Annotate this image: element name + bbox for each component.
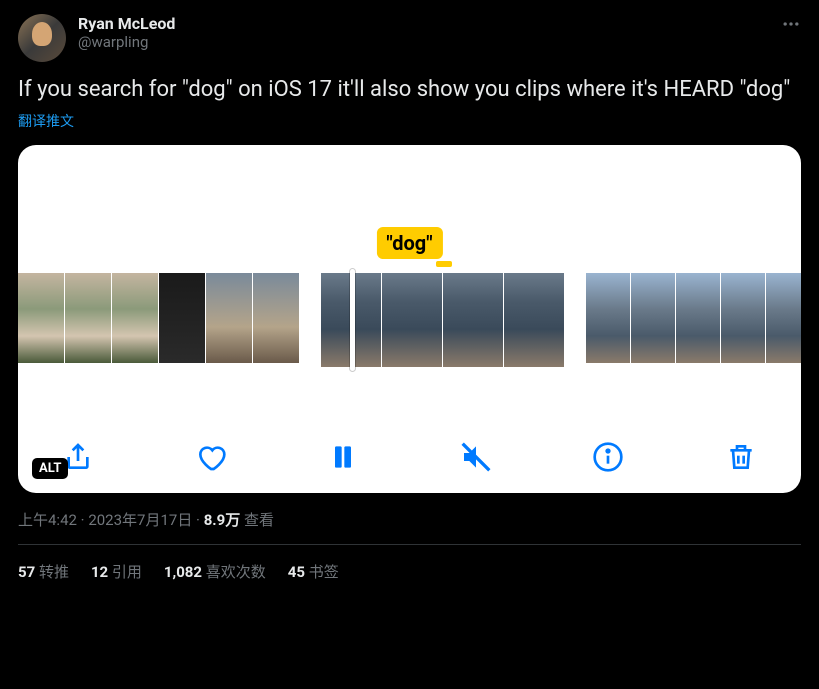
tag-marker — [436, 261, 452, 267]
thumbnail[interactable] — [631, 273, 675, 363]
tweet-header: Ryan McLeod @warpling — [18, 14, 801, 62]
retweets-count: 57 — [18, 563, 35, 581]
retweets-stat[interactable]: 57 转推 — [18, 561, 69, 582]
avatar[interactable] — [18, 14, 66, 62]
tweet-meta: 上午4:42 · 2023年7月17日 · 8.9万 查看 — [18, 509, 801, 530]
quotes-stat[interactable]: 12 引用 — [91, 561, 142, 582]
translate-link[interactable]: 翻译推文 — [18, 111, 801, 131]
tweet-text: If you search for "dog" on iOS 17 it'll … — [18, 76, 801, 105]
tweet-date[interactable]: 2023年7月17日 — [88, 511, 192, 529]
pause-button[interactable] — [323, 437, 363, 477]
delete-button[interactable] — [721, 437, 761, 477]
clip-group — [586, 273, 801, 367]
pause-icon — [327, 441, 359, 473]
clip-group — [18, 273, 299, 367]
bookmarks-count: 45 — [288, 563, 305, 581]
thumbnail[interactable] — [159, 273, 205, 363]
views-count: 8.9万 — [204, 511, 241, 529]
tweet-time[interactable]: 上午4:42 — [18, 511, 77, 529]
meta-sep: · — [77, 511, 88, 529]
likes-label: 喜欢次数 — [202, 563, 266, 581]
alt-badge[interactable]: ALT — [32, 458, 68, 479]
tweet-stats: 57 转推 12 引用 1,082 喜欢次数 45 书签 — [18, 545, 801, 598]
thumbnail[interactable] — [253, 273, 299, 363]
quotes-count: 12 — [91, 563, 108, 581]
media-card[interactable]: "dog" — [18, 145, 801, 493]
thumbnail[interactable] — [676, 273, 720, 363]
thumbnail[interactable] — [18, 273, 64, 363]
heart-icon — [195, 441, 227, 473]
info-icon — [592, 441, 624, 473]
likes-count: 1,082 — [164, 563, 202, 581]
bookmarks-label: 书签 — [305, 563, 339, 581]
views-label: 查看 — [240, 511, 274, 529]
thumbnail[interactable] — [586, 273, 630, 363]
playhead[interactable] — [350, 269, 355, 371]
info-button[interactable] — [588, 437, 628, 477]
mute-icon — [460, 441, 492, 473]
like-button[interactable] — [191, 437, 231, 477]
display-name[interactable]: Ryan McLeod — [78, 14, 175, 33]
tweet-container: Ryan McLeod @warpling If you search for … — [0, 0, 819, 598]
more-button[interactable] — [781, 14, 801, 39]
thumbnail[interactable] — [766, 273, 801, 363]
thumbnail[interactable] — [382, 273, 442, 367]
trash-icon — [725, 441, 757, 473]
thumbnail[interactable] — [112, 273, 158, 363]
media-toolbar — [18, 437, 801, 477]
thumbnail[interactable] — [504, 273, 564, 367]
thumbnail[interactable] — [443, 273, 503, 367]
meta-sep: · — [192, 511, 203, 529]
search-tag: "dog" — [376, 227, 442, 259]
retweets-label: 转推 — [35, 563, 69, 581]
thumbnail[interactable] — [721, 273, 765, 363]
thumbnail[interactable] — [206, 273, 252, 363]
clip-group — [321, 273, 564, 367]
video-timeline[interactable] — [18, 273, 801, 367]
thumbnail[interactable] — [65, 273, 111, 363]
handle[interactable]: @warpling — [78, 33, 175, 51]
quotes-label: 引用 — [108, 563, 142, 581]
bookmarks-stat[interactable]: 45 书签 — [288, 561, 339, 582]
mute-button[interactable] — [456, 437, 496, 477]
author-names: Ryan McLeod @warpling — [78, 14, 175, 51]
likes-stat[interactable]: 1,082 喜欢次数 — [164, 561, 266, 582]
